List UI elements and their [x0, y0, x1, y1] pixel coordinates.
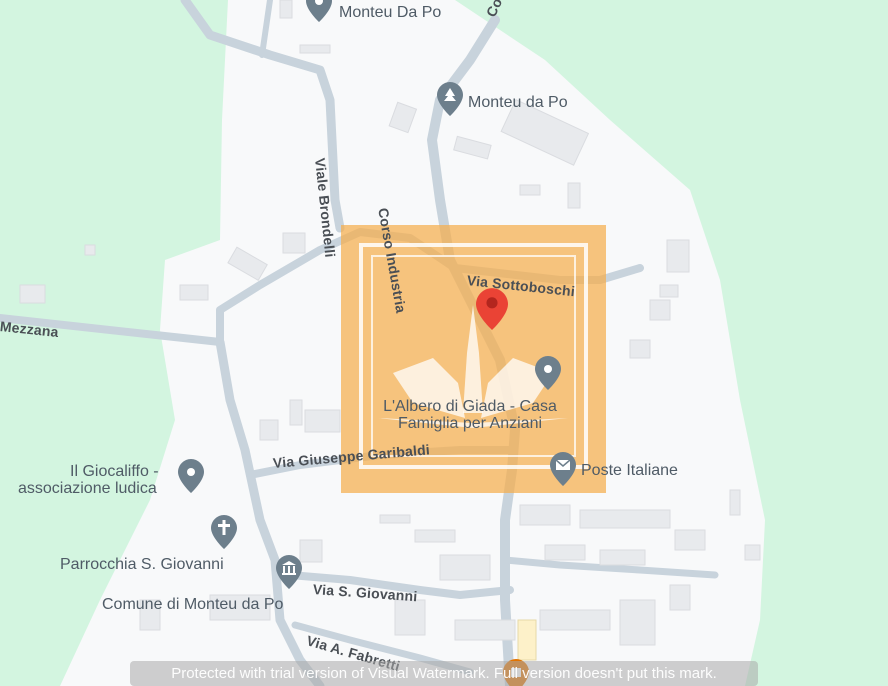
tree-icon[interactable]: [437, 82, 463, 116]
place-label-comune[interactable]: Comune di Monteu da Po: [102, 596, 283, 614]
selected-pin-icon[interactable]: [476, 286, 508, 332]
mail-icon[interactable]: [550, 452, 576, 486]
place-label-poste[interactable]: Poste Italiane: [581, 462, 678, 480]
place-label-monteu-top[interactable]: Monteu Da Po: [339, 4, 441, 22]
cross-icon[interactable]: [211, 515, 237, 549]
building-icon[interactable]: [276, 555, 302, 589]
place-label-parrocchia[interactable]: Parrocchia S. Giovanni: [60, 556, 224, 574]
map-canvas[interactable]: Monteu Da Po Monteu da Po L'Albero di Gi…: [0, 0, 888, 686]
place-label-albero-line2[interactable]: Famiglia per Anziani: [370, 415, 570, 433]
watermark-banner: Protected with trial version of Visual W…: [130, 661, 758, 686]
pin-icon[interactable]: [306, 0, 332, 22]
place-label-giocaliffo-line1[interactable]: Il Giocaliffo -: [70, 463, 159, 481]
pin-icon[interactable]: [178, 459, 204, 493]
place-label-giocaliffo-line2[interactable]: associazione ludica: [18, 480, 157, 498]
pin-icon[interactable]: [535, 356, 561, 390]
place-label-monteu-park[interactable]: Monteu da Po: [468, 94, 568, 112]
place-label-albero-line1[interactable]: L'Albero di Giada - Casa: [370, 398, 570, 416]
